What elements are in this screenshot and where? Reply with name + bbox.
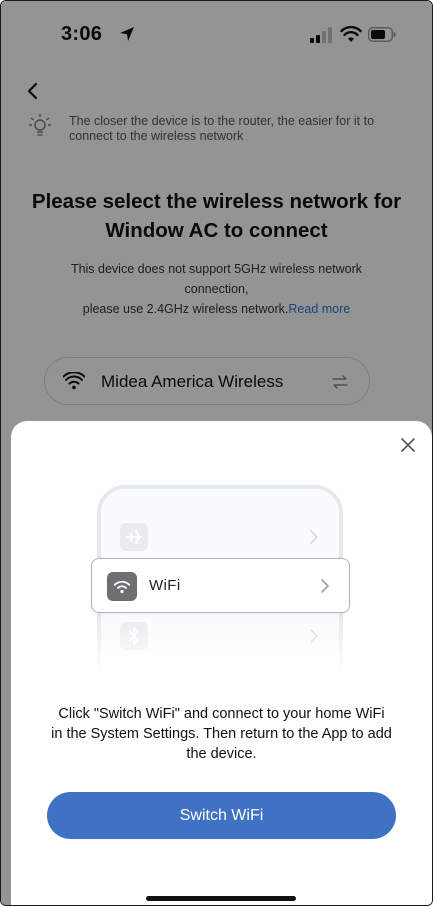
illustration-wifi-row: WiFi (91, 558, 350, 613)
illustration-fade (97, 615, 343, 687)
switch-wifi-sheet: WiFi Click "Switch WiFi" and connect to … (11, 421, 432, 905)
wifi-tile (107, 572, 137, 601)
airplane-icon (126, 530, 142, 544)
phone-frame: 3:06 The closer the device is to the rou… (0, 0, 433, 906)
close-icon (401, 438, 415, 452)
chevron-right-icon (310, 530, 319, 544)
instructions-text: Click "Switch WiFi" and connect to your … (51, 706, 392, 762)
wifi-label: WiFi (149, 577, 181, 594)
close-button[interactable] (396, 433, 420, 457)
switch-wifi-button[interactable]: Switch WiFi (47, 792, 396, 839)
wifi-icon (113, 580, 131, 594)
airplane-tile (120, 523, 148, 551)
chevron-right-icon (321, 579, 330, 593)
home-indicator[interactable] (146, 896, 296, 901)
illustration-row-airplane (120, 523, 320, 553)
